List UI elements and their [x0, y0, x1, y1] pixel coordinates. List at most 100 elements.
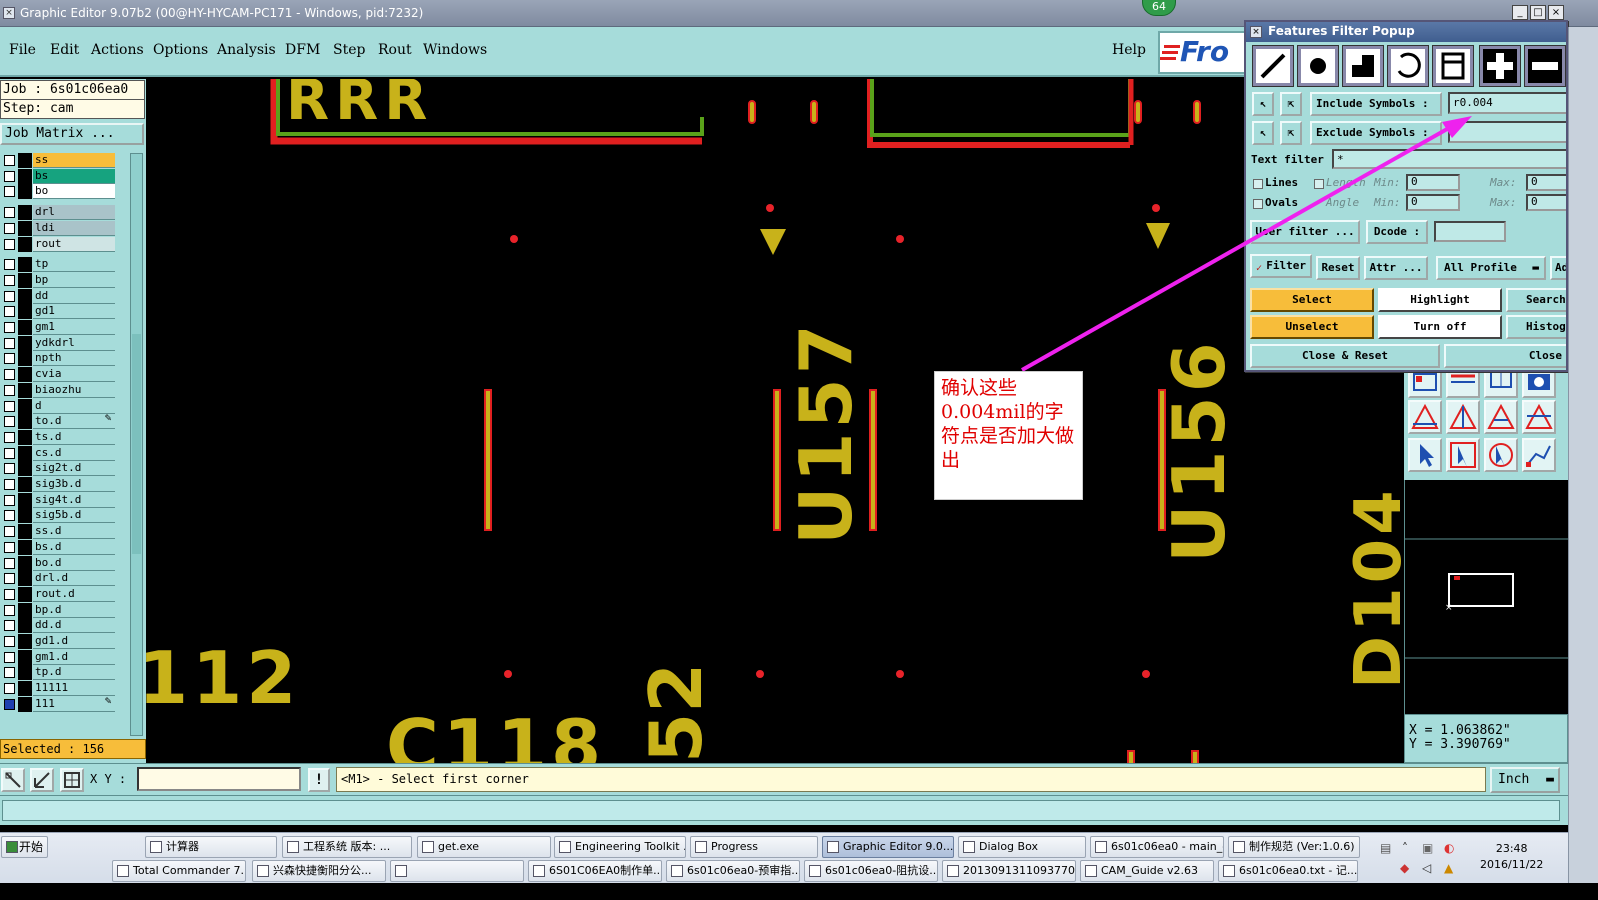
layer-name[interactable]: dd.d	[33, 618, 115, 634]
layer-checkbox[interactable]	[4, 620, 15, 632]
menu-actions[interactable]: Actions	[91, 42, 144, 58]
angle-max-input[interactable]: 0	[1526, 194, 1566, 211]
tray-expand-icon[interactable]: ˄	[1402, 841, 1408, 855]
ovals-checkbox[interactable]	[1253, 199, 1263, 209]
layer-row[interactable]: bs.d	[0, 539, 118, 555]
task-pre-review[interactable]: 6s01c06ea0-预审指...	[666, 860, 800, 882]
layer-row[interactable]: d	[0, 398, 118, 414]
layer-row[interactable]: sig5b.d	[0, 508, 118, 524]
overview-map[interactable]: ×	[1404, 480, 1568, 714]
layer-row[interactable]: gm1.d	[0, 649, 118, 665]
job-matrix-button[interactable]: Job Matrix ...	[0, 123, 144, 145]
layer-checkbox[interactable]	[4, 337, 15, 349]
tray-network-icon[interactable]: ▤	[1380, 841, 1391, 855]
layer-checkbox[interactable]	[4, 238, 15, 250]
grid-icon[interactable]	[60, 768, 84, 792]
menu-edit[interactable]: Edit	[50, 42, 79, 58]
include-pick-icon[interactable]: ↖	[1252, 92, 1274, 116]
info-icon[interactable]: !	[308, 768, 330, 792]
layer-row[interactable]: 111 ✎	[0, 696, 118, 712]
layer-name[interactable]: bp	[33, 272, 115, 288]
layer-name[interactable]: ts.d	[33, 429, 115, 445]
task-progress[interactable]: Progress	[690, 836, 818, 858]
layer-checkbox[interactable]	[4, 479, 15, 490]
select-button[interactable]: Select	[1250, 288, 1374, 312]
layer-checkbox[interactable]	[4, 186, 15, 198]
minus-icon[interactable]	[1524, 45, 1566, 87]
menu-help[interactable]: Help	[1112, 42, 1146, 58]
layer-name[interactable]: biaozhu	[33, 382, 115, 398]
layer-checkbox[interactable]	[4, 526, 15, 538]
layer-checkbox[interactable]	[4, 207, 15, 219]
layer-checkbox[interactable]	[4, 557, 15, 569]
length-min-input[interactable]: 0	[1406, 174, 1460, 191]
layer-checkbox[interactable]	[4, 510, 15, 522]
layer-row[interactable]: drl	[0, 205, 118, 221]
filter-toggle[interactable]: ✓ Filter	[1250, 254, 1312, 278]
layer-row[interactable]: bp.d	[0, 602, 118, 618]
layer-row[interactable]: cvia	[0, 367, 118, 383]
tool-triangle-2-icon[interactable]	[1446, 400, 1480, 434]
layer-name[interactable]: rout	[33, 236, 115, 252]
menu-step[interactable]: Step	[333, 42, 365, 58]
layer-name[interactable]: bs	[33, 168, 115, 184]
layer-checkbox[interactable]	[4, 170, 15, 182]
layer-row[interactable]: drl.d	[0, 571, 118, 587]
layer-name[interactable]: ss.d	[33, 524, 115, 540]
layer-row[interactable]: ydkdrl	[0, 335, 118, 351]
menu-dfm[interactable]: DFM	[285, 42, 320, 58]
tray-shield-icon[interactable]: ◆	[1400, 861, 1409, 875]
exclude-pick-icon[interactable]: ↖	[1252, 121, 1274, 145]
menu-analysis[interactable]: Analysis	[217, 42, 276, 58]
pad-icon[interactable]	[1297, 45, 1339, 87]
minimize-button[interactable]: _	[1512, 5, 1528, 20]
taskbar-clock[interactable]: 23:48 2016/11/22	[1480, 841, 1543, 873]
menu-windows[interactable]: Windows	[423, 42, 487, 58]
turn-off-button[interactable]: Turn off	[1378, 315, 1502, 339]
layer-name[interactable]: ydkdrl	[33, 335, 115, 351]
popup-close-button[interactable]: Close	[1444, 344, 1566, 368]
dcode-button[interactable]: Dcode :	[1366, 220, 1428, 244]
layer-checkbox[interactable]	[4, 155, 15, 166]
menu-rout[interactable]: Rout	[378, 42, 412, 58]
layer-name[interactable]: cvia	[33, 367, 115, 383]
layer-row[interactable]: dd	[0, 288, 118, 304]
start-button[interactable]: 开始	[1, 836, 48, 858]
layer-checkbox[interactable]	[4, 636, 15, 647]
layer-checkbox[interactable]	[4, 416, 15, 428]
xy-input[interactable]	[137, 767, 301, 791]
layer-checkbox[interactable]	[4, 463, 15, 475]
layer-row[interactable]: ldi	[0, 220, 118, 236]
user-filter-button[interactable]: User filter ...	[1250, 220, 1360, 244]
tray-app-icon[interactable]: ◐	[1444, 841, 1454, 855]
text-icon[interactable]	[1432, 45, 1474, 87]
tool-triangle-3-icon[interactable]	[1484, 400, 1518, 434]
surface-icon[interactable]	[1342, 45, 1384, 87]
layer-name[interactable]: tp.d	[33, 665, 115, 681]
layer-checkbox[interactable]	[4, 290, 15, 302]
tool-triangle-4-icon[interactable]	[1522, 400, 1556, 434]
layer-name[interactable]: to.d	[33, 414, 115, 430]
layer-name[interactable]: npth	[33, 351, 115, 367]
layer-checkbox[interactable]	[4, 259, 15, 271]
layer-checkbox[interactable]	[4, 447, 15, 459]
layer-row[interactable]: biaozhu	[0, 382, 118, 398]
layer-row[interactable]: tp.d	[0, 665, 118, 681]
layer-scrollbar-thumb[interactable]	[132, 334, 141, 554]
layer-name[interactable]: drl.d	[33, 571, 115, 587]
task-star[interactable]	[390, 860, 524, 882]
task-total-commander[interactable]: Total Commander 7....	[112, 860, 246, 882]
layer-name[interactable]: 111	[33, 696, 115, 712]
dcode-input[interactable]	[1434, 221, 1506, 242]
length-checkbox[interactable]	[1314, 179, 1324, 189]
layer-row[interactable]: npth	[0, 351, 118, 367]
task-xingsen[interactable]: 兴森快捷衡阳分公...	[252, 860, 386, 882]
layer-row[interactable]: sig2t.d	[0, 461, 118, 477]
task-engineering-system[interactable]: 工程系统 版本: ...	[282, 836, 412, 858]
length-max-input[interactable]: 0	[1526, 174, 1566, 191]
task-spec[interactable]: 制作规范 (Ver:1.0.6)	[1228, 836, 1360, 858]
text-filter-input[interactable]: *	[1332, 149, 1566, 169]
layer-checkbox[interactable]	[4, 306, 15, 318]
task-cam-guide[interactable]: CAM_Guide v2.63	[1080, 860, 1214, 882]
layer-name[interactable]: 11111	[33, 681, 115, 697]
